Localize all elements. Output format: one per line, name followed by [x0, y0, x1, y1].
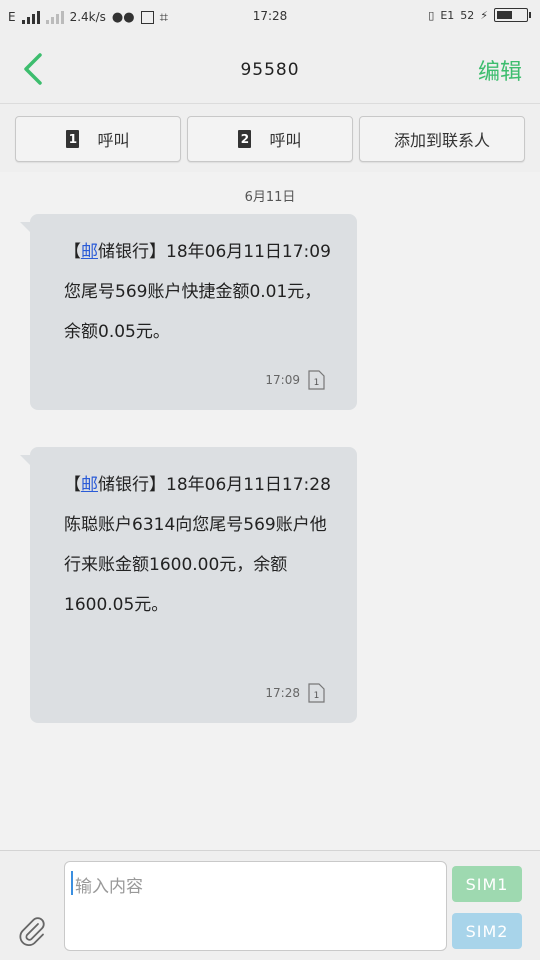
sim2-badge: 2: [238, 130, 252, 148]
charging-icon: ⚡: [480, 8, 488, 22]
message-bracket: 【: [64, 475, 81, 495]
status-bar: E 2.4k/s ●● ⌗ 17:28 ▯ E1 52 ⚡: [0, 0, 540, 34]
battery-icon: [494, 8, 531, 22]
message-link[interactable]: 邮: [81, 475, 98, 495]
message-time: 17:28: [265, 686, 300, 700]
text-caret: [71, 871, 73, 895]
sim1-badge: 1: [66, 130, 80, 148]
composer: SIM1 SIM2: [0, 850, 540, 960]
call-sim2-label: 呼叫: [269, 131, 302, 150]
network2-type: E1: [440, 8, 455, 22]
message-body: 储银行】18年06月11日17:28陈聪账户6314向您尾号569账户他行来账金…: [64, 475, 331, 615]
call-sim1-button[interactable]: 1 呼叫: [15, 116, 181, 162]
svg-text:1: 1: [314, 378, 320, 388]
message-bubble[interactable]: 【邮储银行】18年06月11日17:28陈聪账户6314向您尾号569账户他行来…: [20, 447, 357, 723]
call-sim1-label: 呼叫: [97, 131, 130, 150]
message-meta: 17:28 1: [265, 683, 325, 703]
message-meta: 17:09 1: [265, 370, 325, 390]
message-bracket: 【: [64, 242, 81, 262]
message-input[interactable]: [64, 861, 447, 951]
add-to-contacts-label: 添加到联系人: [393, 131, 490, 150]
action-bar: 1 呼叫 2 呼叫 添加到联系人: [0, 104, 540, 172]
message-text: 【邮储银行】18年06月11日17:28陈聪账户6314向您尾号569账户他行来…: [64, 465, 337, 625]
send-sim1-button[interactable]: SIM1: [452, 866, 522, 902]
contact-number: 95580: [240, 60, 300, 80]
send-sim2-button[interactable]: SIM2: [452, 913, 522, 949]
message-link[interactable]: 邮: [81, 242, 98, 262]
conversation-header: 95580 编辑: [0, 34, 540, 104]
sim-card-icon: 1: [308, 370, 325, 390]
message-time: 17:09: [265, 373, 300, 387]
call-sim2-button[interactable]: 2 呼叫: [187, 116, 353, 162]
battery-fill: [497, 11, 512, 19]
message-bubble[interactable]: 【邮储银行】18年06月11日17:09您尾号569账户快捷金额0.01元，余额…: [20, 214, 357, 410]
attachment-icon[interactable]: [16, 915, 48, 947]
message-body: 储银行】18年06月11日17:09您尾号569账户快捷金额0.01元，余额0.…: [64, 242, 331, 342]
svg-text:1: 1: [314, 691, 320, 701]
message-text: 【邮储银行】18年06月11日17:09您尾号569账户快捷金额0.01元，余额…: [64, 232, 337, 352]
battery-percent: 52: [460, 8, 475, 22]
date-divider: 6月11日: [244, 190, 296, 205]
vibrate-icon: ▯: [428, 8, 435, 22]
add-to-contacts-button[interactable]: 添加到联系人: [359, 116, 525, 162]
status-right: ▯ E1 52 ⚡: [428, 8, 531, 22]
sim-card-icon: 1: [308, 683, 325, 703]
edit-button[interactable]: 编辑: [478, 54, 522, 86]
